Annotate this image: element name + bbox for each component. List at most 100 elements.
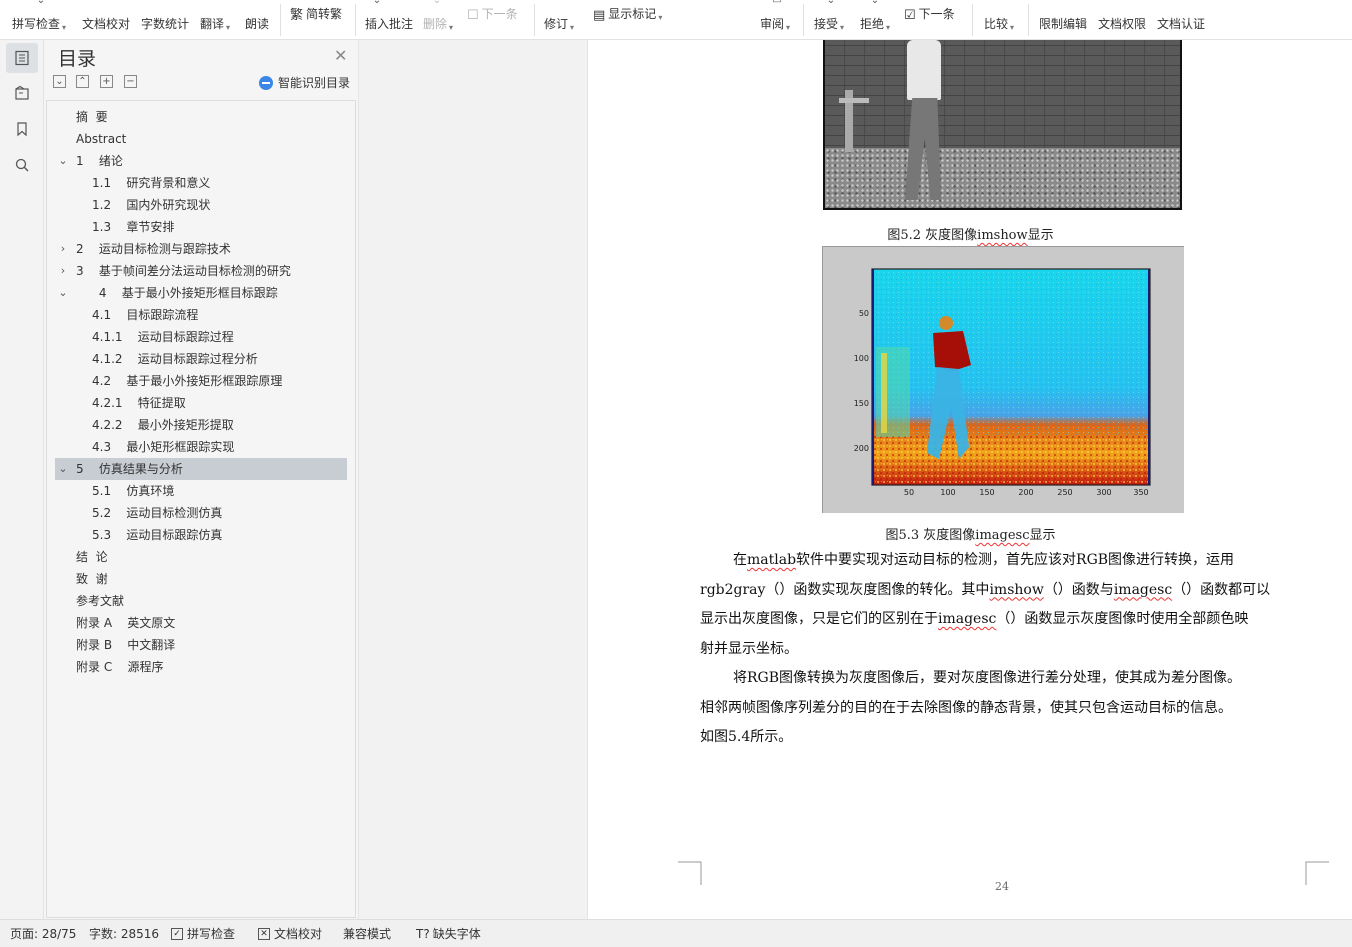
toc-item[interactable]: 4.1.2 运动目标跟踪过程分析	[55, 348, 347, 370]
toc-item-label: 1.3 章节安排	[92, 220, 175, 234]
translate-button[interactable]: 翻译 ▾	[200, 0, 230, 36]
toc-item[interactable]: › 3 基于帧间差分法运动目标检测的研究	[55, 260, 347, 282]
chevron-right-icon[interactable]: ›	[57, 238, 69, 260]
toc-item-label: 致 谢	[76, 572, 108, 586]
reject-button[interactable]: 拒绝 ▾	[860, 0, 890, 36]
toc-item-label: Abstract	[76, 132, 127, 146]
x-tick-label: 100	[940, 488, 955, 497]
toc-item[interactable]: 5.3 运动目标跟踪仿真	[55, 524, 347, 546]
x-box-icon: ✕	[258, 928, 270, 940]
status-proofread[interactable]: ✕ 文档校对	[258, 920, 322, 947]
bookmark-icon	[17, 122, 27, 137]
page-number: 24	[995, 880, 1009, 893]
next-change-button[interactable]: ☑ 下一条	[904, 0, 955, 36]
toc-item[interactable]: 4.2.1 特征提取	[55, 392, 347, 414]
chapter-nav-button[interactable]	[6, 78, 38, 108]
toc-item-label: 1.1 研究背景和意义	[92, 176, 211, 190]
toc-item[interactable]: 4.2.2 最小外接矩形提取	[55, 414, 347, 436]
status-bar: 页面: 28/75 字数: 28516 ✓ 拼写检查 ✕ 文档校对 兼容模式 T? 缺…	[0, 919, 1352, 947]
toc-item[interactable]: 1.1 研究背景和意义	[55, 172, 347, 194]
toc-item[interactable]: 参考文献	[55, 590, 347, 612]
toc-item[interactable]: 5.2 运动目标检测仿真	[55, 502, 347, 524]
toc-item-label: 2 运动目标检测与跟踪技术	[76, 242, 231, 256]
x-tick-label: 200	[1018, 488, 1033, 497]
page-indicator[interactable]: 页面: 28/75	[10, 920, 76, 947]
doc-proofread-button[interactable]: 文档校对	[82, 0, 130, 36]
toc-item[interactable]: 致 谢	[55, 568, 347, 590]
figure-caption-5-2: 图5.2 灰度图像imshow显示	[887, 228, 1054, 243]
trad-simp-button[interactable]: 繁简转繁	[290, 0, 342, 36]
spell-check-button[interactable]: 拼写检查 ▾	[12, 0, 66, 36]
toc-item[interactable]: 4.1.1 运动目标跟踪过程	[55, 326, 347, 348]
missing-font-indicator[interactable]: T? 缺失字体	[416, 920, 481, 947]
document-page: 图5.2 灰度图像imshow显示 50 100 150 200 50 100 …	[587, 40, 1352, 919]
chevron-right-icon[interactable]: ›	[57, 260, 69, 282]
add-level-icon[interactable]: +	[100, 75, 113, 88]
bookmark-button[interactable]	[6, 114, 38, 144]
toc-item[interactable]: Abstract	[55, 128, 347, 150]
toc-item[interactable]: ⌄ 4 基于最小外接矩形框目标跟踪	[55, 282, 347, 304]
ai-icon	[259, 75, 273, 90]
toc-item-label: 附录 A 英文原文	[76, 616, 176, 630]
toc-item[interactable]: 附录 A 英文原文	[55, 612, 347, 634]
read-aloud-button[interactable]: 朗读	[245, 0, 269, 36]
chevron-down-icon[interactable]: ⌄	[57, 282, 69, 304]
toc-item-label: 4.2 基于最小外接矩形框跟踪原理	[92, 374, 283, 388]
next-comment-button[interactable]: ☐ 下一条	[467, 0, 518, 36]
toc-item[interactable]: 附录 C 源程序	[55, 656, 347, 678]
toc-item-label: 4.3 最小矩形框跟踪实现	[92, 440, 235, 454]
toc-item-label: 4.1.1 运动目标跟踪过程	[92, 330, 234, 344]
search-icon	[15, 158, 29, 172]
toc-item[interactable]: 1.3 章节安排	[55, 216, 347, 238]
restrict-edit-button[interactable]: 限制编辑	[1039, 0, 1087, 36]
toc-item-label: 结 论	[76, 550, 108, 564]
toc-item-label: 1.2 国内外研究现状	[92, 198, 211, 212]
toc-item[interactable]: 4.1 目标跟踪流程	[55, 304, 347, 326]
compare-button[interactable]: 比较 ▾	[984, 0, 1014, 36]
toc-item[interactable]: 1.2 国内外研究现状	[55, 194, 347, 216]
toc-item[interactable]: 4.2 基于最小外接矩形框跟踪原理	[55, 370, 347, 392]
grayscale-photo	[823, 40, 1182, 210]
toc-item[interactable]: 4.3 最小矩形框跟踪实现	[55, 436, 347, 458]
toc-item-label: 摘 要	[76, 110, 108, 124]
word-count-button[interactable]: 字数统计	[141, 0, 189, 36]
doc-rights-button[interactable]: 文档权限	[1098, 0, 1146, 36]
toc-item-label: 附录 C 源程序	[76, 660, 164, 674]
toc-item-label: 5.1 仿真环境	[92, 484, 175, 498]
y-tick-label: 200	[854, 444, 869, 453]
revise-button[interactable]: 修订 ▾	[544, 0, 574, 36]
smart-toc-button[interactable]: 智能识别目录	[259, 74, 350, 91]
paragraph-1: 在matlab软件中要实现对运动目标的检测，首先应该对RGB图像进行转换，运用 …	[700, 552, 1271, 657]
collapse-all-icon[interactable]: ⌄	[53, 75, 66, 88]
toc-item[interactable]: ⌄ 5 仿真结果与分析	[55, 458, 347, 480]
toc-item[interactable]: ⌄ 1 绪论	[55, 150, 347, 172]
toc-item[interactable]: 5.1 仿真环境	[55, 480, 347, 502]
status-spell-check[interactable]: ✓ 拼写检查	[171, 920, 235, 947]
expand-up-icon[interactable]: ⌃	[76, 75, 89, 88]
show-marks-button[interactable]: ▤ 显示标记 ▾	[593, 0, 662, 36]
trad-simp-icon: 繁	[290, 8, 304, 23]
chevron-down-icon[interactable]: ⌄	[57, 458, 69, 480]
toc-item[interactable]: › 2 运动目标检测与跟踪技术	[55, 238, 347, 260]
toc-item[interactable]: 附录 B 中文翻译	[55, 634, 347, 656]
toc-item-label: 4.1.2 运动目标跟踪过程分析	[92, 352, 258, 366]
toc-item[interactable]: 摘 要	[55, 106, 347, 128]
chevron-down-icon[interactable]: ⌄	[57, 150, 69, 172]
remove-level-icon[interactable]: −	[124, 75, 137, 88]
toc-item[interactable]: 结 论	[55, 546, 347, 568]
insert-comment-button[interactable]: 插入批注	[365, 0, 413, 36]
search-button[interactable]	[6, 150, 38, 180]
compat-mode[interactable]: 兼容模式	[343, 920, 391, 947]
close-icon[interactable]: ✕	[334, 46, 347, 65]
toc-item-label: 附录 B 中文翻译	[76, 638, 176, 652]
x-tick-label: 350	[1133, 488, 1148, 497]
review-button[interactable]: 审阅 ▾	[760, 0, 790, 36]
word-count-indicator[interactable]: 字数: 28516	[89, 920, 159, 947]
accept-button[interactable]: 接受 ▾	[814, 0, 844, 36]
workspace-background	[358, 40, 586, 919]
toc-panel-button[interactable]	[6, 43, 38, 73]
toc-item-label: 5.2 运动目标检测仿真	[92, 506, 223, 520]
doc-cert-button[interactable]: 文档认证	[1157, 0, 1205, 36]
next-comment-icon: ☐	[467, 8, 479, 23]
delete-comment-button[interactable]: 删除 ▾	[423, 0, 453, 36]
